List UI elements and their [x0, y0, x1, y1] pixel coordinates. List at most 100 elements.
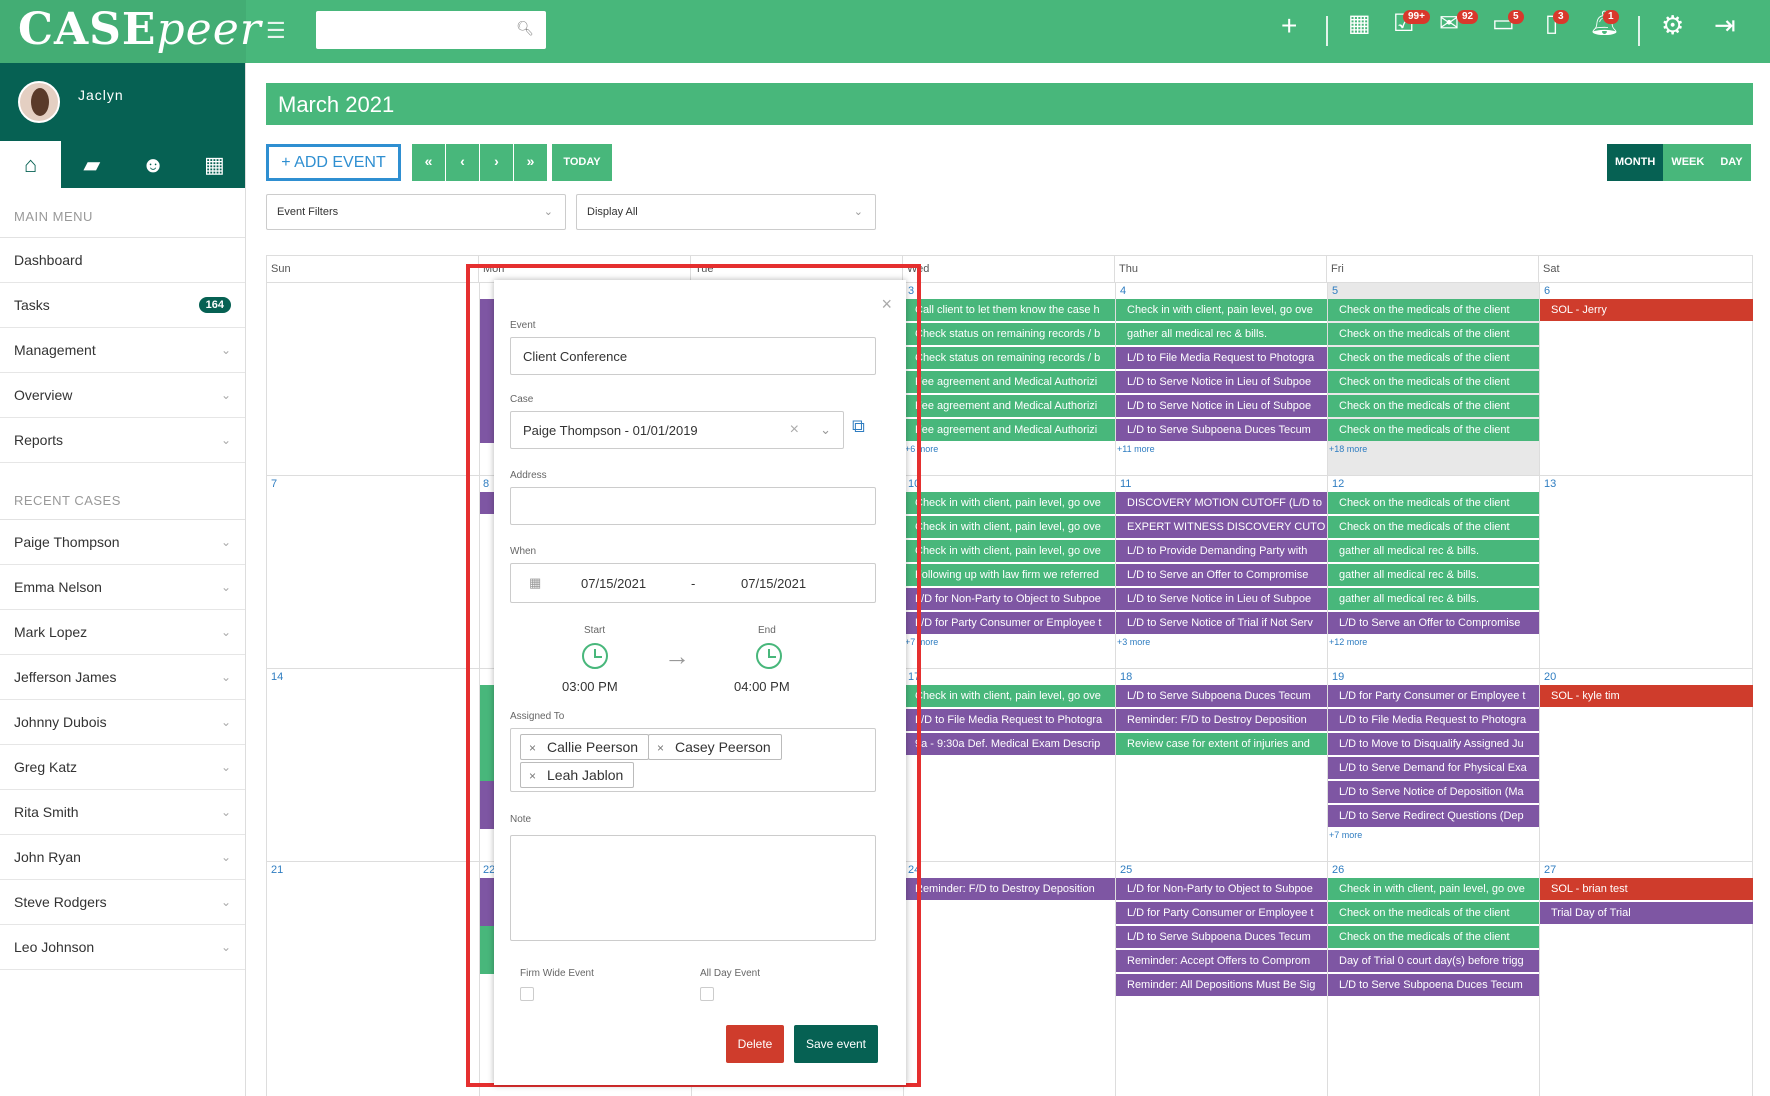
event[interactable]: Check on the medicals of the client — [1328, 492, 1539, 514]
event[interactable]: Reminder: Accept Offers to Comprom — [1116, 950, 1327, 972]
event[interactable]: Check in with client, pain level, go ove — [904, 516, 1115, 538]
event[interactable]: Check on the medicals of the client — [1328, 347, 1539, 369]
case-item[interactable]: Leo Johnson ⌄ — [0, 925, 245, 970]
assignee-tag[interactable]: × Casey Peerson — [648, 734, 782, 760]
clock-icon[interactable] — [756, 643, 782, 669]
event[interactable]: L/D to File Media Request to Photogra — [904, 709, 1115, 731]
event[interactable]: Reminder: F/D to Destroy Deposition — [904, 878, 1115, 900]
event[interactable]: Following up with law firm we referred — [904, 564, 1115, 586]
case-item[interactable]: Mark Lopez ⌄ — [0, 610, 245, 655]
event[interactable]: gather all medical rec & bills. — [1328, 540, 1539, 562]
day-number[interactable]: 5 — [1332, 285, 1338, 297]
day-number[interactable]: 20 — [1544, 671, 1556, 683]
case-item[interactable]: Steve Rodgers ⌄ — [0, 880, 245, 925]
event[interactable]: L/D to Serve Redirect Questions (Dep — [1328, 805, 1539, 827]
event[interactable]: Reminder: All Depositions Must Be Sig — [1116, 974, 1327, 996]
event[interactable]: Check on the medicals of the client — [1328, 395, 1539, 417]
gear-icon[interactable]: ⚙ — [1661, 12, 1684, 38]
case-item[interactable]: Paige Thompson ⌄ — [0, 520, 245, 565]
day-number[interactable]: 12 — [1332, 478, 1344, 490]
more-link[interactable]: +12 more — [1329, 637, 1367, 647]
case-item[interactable]: Jefferson James ⌄ — [0, 655, 245, 700]
firm-wide-checkbox[interactable] — [520, 987, 534, 1001]
calendar-icon[interactable]: ▦ — [184, 141, 245, 188]
sidebar-item-management[interactable]: Management ⌄ — [0, 328, 245, 373]
event[interactable]: gather all medical rec & bills. — [1116, 323, 1327, 345]
event[interactable]: L/D for Party Consumer or Employee t — [1116, 902, 1327, 924]
next-year-icon[interactable]: » — [514, 144, 547, 181]
event[interactable]: gather all medical rec & bills. — [1328, 564, 1539, 586]
event[interactable]: SOL - brian test — [1540, 878, 1753, 900]
event[interactable]: L/D to Serve Subpoena Duces Tecum — [1328, 974, 1539, 996]
remove-icon[interactable]: × — [529, 769, 536, 783]
case-item[interactable]: Johnny Dubois ⌄ — [0, 700, 245, 745]
case-item[interactable]: Greg Katz ⌄ — [0, 745, 245, 790]
save-event-button[interactable]: Save event — [794, 1025, 878, 1063]
event[interactable]: L/D to Serve Notice in Lieu of Subpoe — [1116, 395, 1327, 417]
calendar-icon[interactable]: ▦ — [1348, 12, 1371, 36]
day-number[interactable]: 14 — [271, 671, 283, 683]
external-link-icon[interactable]: ⧉ — [852, 416, 865, 437]
event[interactable]: Check on the medicals of the client — [1328, 902, 1539, 924]
event[interactable]: L/D to Serve an Offer to Compromise — [1328, 612, 1539, 634]
date-range-input[interactable]: ▦ 07/15/2021 - 07/15/2021 — [510, 563, 876, 603]
delete-button[interactable]: Delete — [726, 1025, 784, 1063]
event[interactable]: 9a - 9:30a Def. Medical Exam Descrip — [904, 733, 1115, 755]
prev-year-icon[interactable]: « — [412, 144, 445, 181]
event-input[interactable]: Client Conference — [510, 337, 876, 375]
event[interactable]: L/D to Serve Notice of Trial if Not Serv — [1116, 612, 1327, 634]
chevron-down-icon[interactable]: ⌄ — [820, 422, 831, 438]
today-button[interactable]: TODAY — [552, 144, 612, 181]
month-view-button[interactable]: MONTH — [1607, 144, 1664, 181]
day-number[interactable]: 11 — [1120, 478, 1131, 490]
day-number[interactable]: 18 — [1120, 671, 1132, 683]
event[interactable]: Check on the medicals of the client — [1328, 516, 1539, 538]
mail-icon[interactable]: ✉ 92 — [1439, 10, 1479, 36]
event[interactable]: L/D to Serve Demand for Physical Exa — [1328, 757, 1539, 779]
home-icon[interactable]: ⌂ — [0, 141, 62, 188]
all-day-checkbox[interactable] — [700, 987, 714, 1001]
case-select[interactable]: Paige Thompson - 01/01/2019 × ⌄ — [510, 411, 844, 449]
logout-icon[interactable]: ⇥ — [1714, 12, 1736, 38]
assignee-tag[interactable]: × Leah Jablon — [520, 762, 635, 788]
event[interactable]: L/D to Serve Notice in Lieu of Subpoe — [1116, 371, 1327, 393]
event[interactable]: Check in with client, pain level, go ove — [904, 540, 1115, 562]
event[interactable]: Fee agreement and Medical Authorizi — [904, 371, 1115, 393]
address-input[interactable] — [510, 487, 876, 525]
more-link[interactable]: +11 more — [1117, 444, 1155, 454]
event[interactable]: Check in with client, pain level, go ove — [904, 492, 1115, 514]
event[interactable]: SOL - kyle tim — [1540, 685, 1753, 707]
event[interactable]: L/D to Serve Subpoena Duces Tecum — [1116, 419, 1327, 441]
add-icon[interactable]: + — [1281, 12, 1297, 40]
more-link[interactable]: +18 more — [1329, 444, 1367, 454]
event[interactable]: L/D to Serve Notice of Deposition (Ma — [1328, 781, 1539, 803]
event[interactable]: Check on the medicals of the client — [1328, 323, 1539, 345]
clear-icon[interactable]: × — [790, 421, 799, 439]
contacts-icon[interactable]: ☻ — [123, 141, 184, 188]
event[interactable]: Check on the medicals of the client — [1328, 371, 1539, 393]
next-icon[interactable]: › — [480, 144, 513, 181]
event[interactable]: Check status on remaining records / b — [904, 347, 1115, 369]
event[interactable]: DISCOVERY MOTION CUTOFF (L/D to — [1116, 492, 1327, 514]
event[interactable]: Check in with client, pain level, go ove — [1328, 878, 1539, 900]
day-number[interactable]: 27 — [1544, 864, 1556, 876]
event[interactable]: SOL - Jerry — [1540, 299, 1753, 321]
note-textarea[interactable] — [510, 835, 876, 941]
sidebar-item-dashboard[interactable]: Dashboard — [0, 238, 245, 283]
day-number[interactable]: 19 — [1332, 671, 1344, 683]
event[interactable]: Check in with client, pain level, go ove — [1116, 299, 1327, 321]
event[interactable]: L/D to Provide Demanding Party with — [1116, 540, 1327, 562]
week-view-button[interactable]: WEEK — [1663, 144, 1713, 181]
event[interactable]: EXPERT WITNESS DISCOVERY CUTO — [1116, 516, 1327, 538]
inbox-icon[interactable]: ▭ 5 — [1492, 10, 1524, 36]
hamburger-menu-icon[interactable]: ☰ — [266, 18, 286, 44]
close-icon[interactable]: × — [881, 294, 892, 315]
event[interactable]: L/D for Party Consumer or Employee t — [1328, 685, 1539, 707]
assignee-tag[interactable]: × Callie Peerson — [520, 734, 650, 760]
add-event-button[interactable]: + ADD EVENT — [266, 144, 401, 181]
event[interactable]: L/D for Non-Party to Object to Subpoe — [904, 588, 1115, 610]
folder-icon[interactable]: ▰ — [61, 141, 122, 188]
more-link[interactable]: +3 more — [1117, 637, 1150, 647]
casepeer-logo[interactable]: CASEpeer — [0, 0, 261, 63]
sidebar-item-reports[interactable]: Reports ⌄ — [0, 418, 245, 463]
